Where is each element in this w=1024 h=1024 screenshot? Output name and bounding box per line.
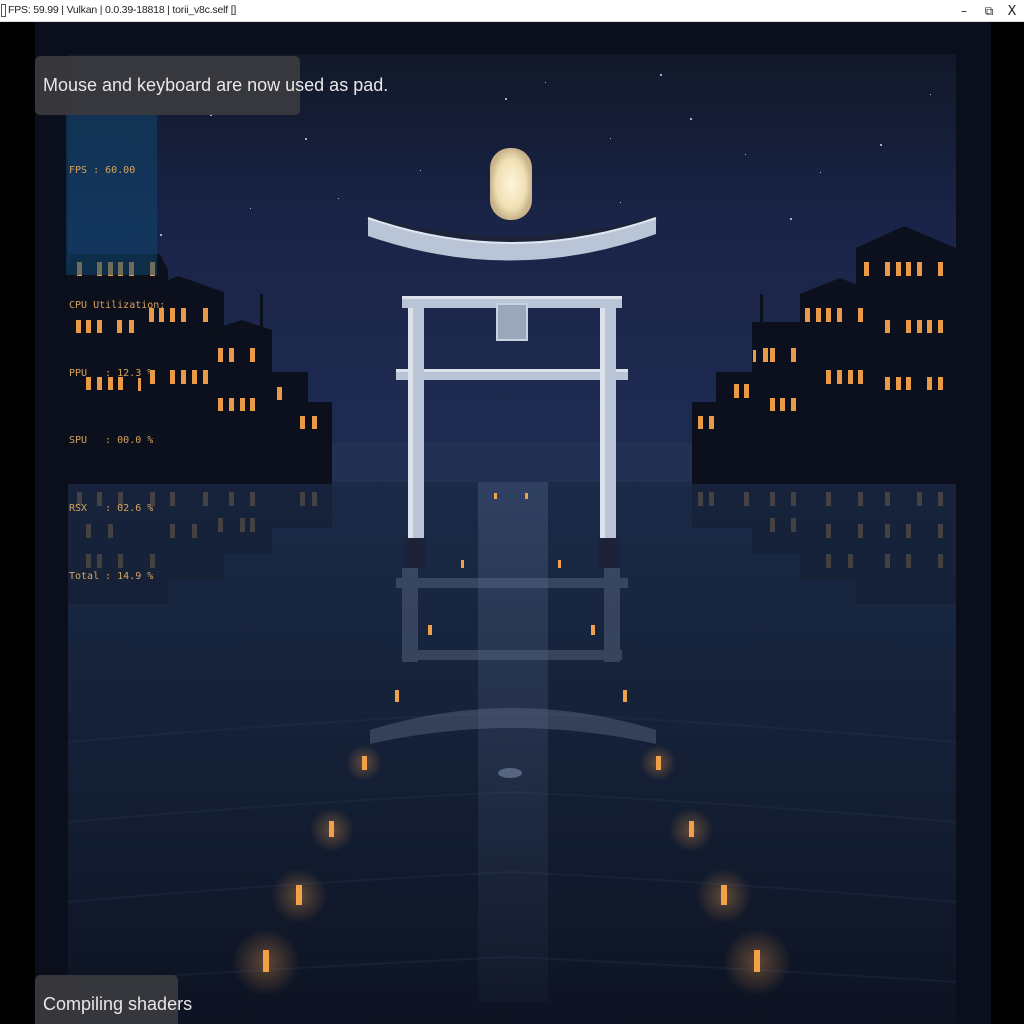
window-title: FPS: 59.99 | Vulkan | 0.0.39-18818 | tor…	[8, 4, 237, 16]
close-button[interactable]: X	[998, 0, 1024, 22]
minimize-icon: –	[961, 4, 967, 18]
close-icon: X	[1007, 3, 1017, 19]
cpu-utilization-header: CPU Utilization:	[69, 300, 166, 312]
notification-text: Mouse and keyboard are now used as pad.	[43, 75, 389, 95]
spu-readout: SPU : 00.0 %	[69, 435, 154, 447]
rsx-readout: RSX : 02.6 %	[69, 502, 154, 514]
ppu-readout: PPU : 12.3 %	[69, 367, 154, 379]
fps-readout: FPS : 60.00	[69, 165, 136, 176]
compiling-shaders-label: Compiling shaders	[43, 994, 193, 1014]
game-viewport[interactable]: Mouse and keyboard are now used as pad. …	[0, 22, 1024, 1024]
overlay-spacer	[69, 228, 157, 251]
performance-overlay: FPS : 60.00 CPU Utilization: PPU : 12.3 …	[66, 115, 165, 582]
window-titlebar: FPS: 59.99 | Vulkan | 0.0.39-18818 | tor…	[0, 0, 1024, 22]
app-icon	[1, 4, 6, 17]
compiling-shaders-status: Compiling shaders	[35, 975, 192, 1024]
restore-icon: ⧉	[984, 3, 994, 18]
minimize-button[interactable]: –	[950, 0, 978, 22]
pad-input-notification: Mouse and keyboard are now used as pad.	[35, 56, 388, 115]
total-readout: Total : 14.9 %	[69, 570, 154, 582]
